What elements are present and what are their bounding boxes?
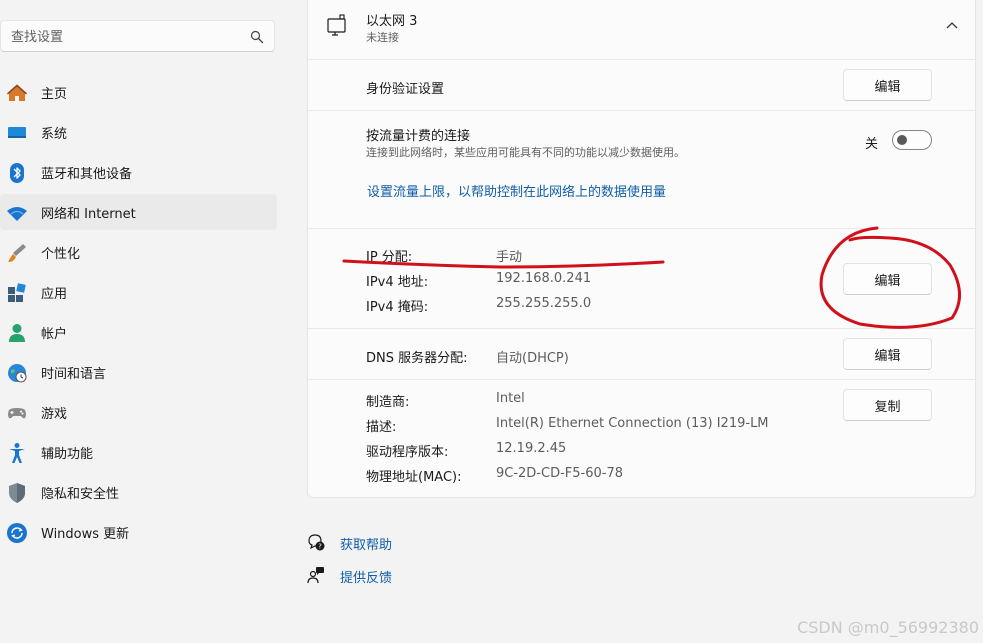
accessibility-icon bbox=[9, 443, 25, 463]
adapter-name: 以太网 3 bbox=[366, 14, 418, 29]
ipv4-mask-value: 255.255.255.0 bbox=[496, 296, 592, 311]
divider bbox=[308, 328, 975, 329]
description-label: 描述: bbox=[366, 420, 397, 435]
metered-connection-title: 按流量计费的连接 bbox=[366, 129, 471, 144]
copy-button[interactable]: 复制 bbox=[843, 389, 932, 421]
update-icon bbox=[7, 523, 27, 543]
nav-item-accounts[interactable]: 帐户 bbox=[0, 314, 277, 350]
nav-item-network[interactable]: 网络和 Internet bbox=[0, 194, 277, 230]
metered-toggle-state: 关 bbox=[865, 137, 879, 152]
chevron-up-icon[interactable] bbox=[945, 20, 959, 30]
driver-version-value: 12.19.2.45 bbox=[496, 441, 567, 456]
watermark: CSDN @m0_56992380 bbox=[797, 618, 979, 637]
svg-text:?: ? bbox=[318, 543, 322, 551]
give-feedback-label: 提供反馈 bbox=[340, 571, 393, 586]
nav-label-windows-update: Windows 更新 bbox=[41, 527, 130, 542]
driver-version-label: 驱动程序版本: bbox=[366, 445, 449, 460]
manufacturer-label: 制造商: bbox=[366, 395, 410, 410]
person-icon bbox=[9, 324, 25, 342]
nav-label-time-language: 时间和语言 bbox=[41, 367, 107, 382]
ipv4-mask-label: IPv4 掩码: bbox=[366, 300, 429, 315]
home-icon bbox=[7, 84, 27, 101]
search-input[interactable] bbox=[9, 27, 243, 47]
nav-label-system: 系统 bbox=[41, 127, 68, 142]
nav-item-home[interactable]: 主页 bbox=[0, 74, 277, 110]
nav-label-personalization: 个性化 bbox=[41, 247, 81, 262]
toggle-knob bbox=[897, 135, 907, 145]
get-help-label: 获取帮助 bbox=[340, 538, 393, 553]
settings-nav: 主页 系统 蓝牙和其他设备 网络和 Internet 个性化 应用 帐户 时间和… bbox=[0, 74, 277, 554]
monitor-icon bbox=[8, 127, 26, 138]
nav-item-personalization[interactable]: 个性化 bbox=[0, 234, 277, 270]
adapter-status: 未连接 bbox=[366, 31, 399, 44]
nav-label-accessibility: 辅助功能 bbox=[41, 447, 94, 462]
nav-label-privacy: 隐私和安全性 bbox=[41, 487, 120, 502]
nav-item-bluetooth[interactable]: 蓝牙和其他设备 bbox=[0, 154, 277, 190]
globe-clock-icon bbox=[8, 364, 27, 383]
shield-icon bbox=[9, 483, 25, 503]
divider bbox=[308, 379, 975, 380]
feedback-icon bbox=[307, 567, 324, 584]
bluetooth-icon bbox=[10, 163, 24, 183]
divider bbox=[308, 228, 975, 229]
dns-assignment-label: DNS 服务器分配: bbox=[366, 351, 468, 366]
auth-edit-button[interactable]: 编辑 bbox=[843, 69, 932, 101]
help-chat-icon: ? bbox=[308, 534, 325, 551]
manufacturer-value: Intel bbox=[496, 391, 525, 406]
nav-label-apps: 应用 bbox=[41, 287, 68, 302]
gamepad-icon bbox=[8, 408, 26, 419]
ethernet-adapter-card: 以太网 3 未连接 身份验证设置 编辑 按流量计费的连接 连接到此网络时，某些应… bbox=[307, 0, 976, 498]
metered-toggle[interactable] bbox=[892, 130, 932, 150]
nav-label-network: 网络和 Internet bbox=[41, 207, 136, 222]
nav-item-windows-update[interactable]: Windows 更新 bbox=[0, 514, 277, 550]
nav-item-gaming[interactable]: 游戏 bbox=[0, 394, 277, 430]
nav-item-system[interactable]: 系统 bbox=[0, 114, 277, 150]
mac-address-value: 9C-2D-CD-F5-60-78 bbox=[496, 466, 624, 481]
divider bbox=[308, 110, 975, 111]
mac-address-label: 物理地址(MAC): bbox=[366, 470, 462, 485]
divider bbox=[308, 59, 975, 60]
nav-item-accessibility[interactable]: 辅助功能 bbox=[0, 434, 277, 470]
data-limit-link[interactable]: 设置流量上限，以帮助控制在此网络上的数据使用量 bbox=[367, 181, 666, 200]
auth-settings-label: 身份验证设置 bbox=[366, 82, 445, 97]
dns-edit-button[interactable]: 编辑 bbox=[843, 338, 932, 370]
ip-assignment-value: 手动 bbox=[496, 250, 523, 265]
nav-label-gaming: 游戏 bbox=[41, 407, 68, 422]
ethernet-icon bbox=[327, 14, 346, 36]
ip-assignment-label: IP 分配: bbox=[366, 250, 413, 265]
nav-label-home: 主页 bbox=[41, 87, 68, 102]
ip-edit-button[interactable]: 编辑 bbox=[843, 263, 932, 295]
nav-item-apps[interactable]: 应用 bbox=[0, 274, 277, 310]
nav-item-privacy[interactable]: 隐私和安全性 bbox=[0, 474, 277, 510]
ipv4-address-value: 192.168.0.241 bbox=[496, 271, 592, 286]
wifi-icon bbox=[7, 207, 27, 221]
nav-item-time-language[interactable]: 时间和语言 bbox=[0, 354, 277, 390]
apps-icon bbox=[8, 283, 26, 302]
settings-search-box[interactable] bbox=[0, 20, 275, 52]
dns-assignment-value: 自动(DHCP) bbox=[496, 351, 569, 366]
search-icon[interactable] bbox=[250, 30, 264, 44]
nav-label-accounts: 帐户 bbox=[41, 327, 68, 342]
paintbrush-icon bbox=[8, 244, 26, 262]
metered-connection-desc: 连接到此网络时，某些应用可能具有不同的功能以减少数据使用。 bbox=[366, 146, 685, 159]
nav-label-bluetooth: 蓝牙和其他设备 bbox=[41, 167, 133, 182]
ipv4-address-label: IPv4 地址: bbox=[366, 275, 429, 290]
description-value: Intel(R) Ethernet Connection (13) I219-L… bbox=[496, 416, 769, 431]
